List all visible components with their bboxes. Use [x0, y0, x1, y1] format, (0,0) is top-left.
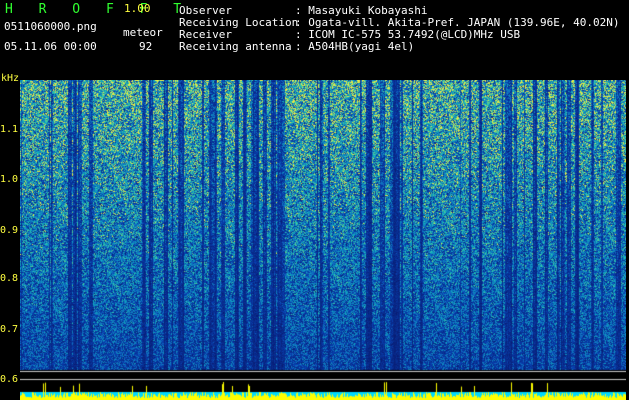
y-tick-label: 0.7: [0, 324, 19, 335]
version-label: 1.00: [124, 2, 151, 15]
receiver-label: Receiver: [179, 28, 232, 41]
y-tick-label: 1.0: [0, 174, 19, 185]
spectrogram-canvas: [20, 80, 626, 400]
file-name: 0511060000.png: [4, 20, 97, 33]
meteor-count-value: 92: [139, 40, 153, 53]
observer-value: : Masayuki Kobayashi: [295, 4, 428, 17]
y-tick-label: 0.8: [0, 273, 19, 284]
y-tick-label: 0.9: [0, 225, 19, 236]
location-value: : Ogata-vill. Akita-Pref. JAPAN (139.96E…: [295, 16, 620, 29]
antenna-value: : A504HB(yagi 4el): [295, 40, 415, 53]
app-title: H R O F F T: [5, 2, 191, 17]
observer-label: Observer: [179, 4, 232, 17]
antenna-label: Receiving antenna: [179, 40, 292, 53]
frequency-unit-label: kHz: [1, 73, 20, 84]
y-tick-label: 0.6: [0, 374, 19, 385]
meteor-count-label: meteor: [123, 26, 163, 39]
y-tick-label: 1.1: [0, 124, 19, 135]
receiver-value: : ICOM IC-575 53.7492(@LCD)MHz USB: [295, 28, 521, 41]
date-time: 05.11.06 00:00: [4, 40, 97, 53]
location-label: Receiving Location: [179, 16, 299, 29]
